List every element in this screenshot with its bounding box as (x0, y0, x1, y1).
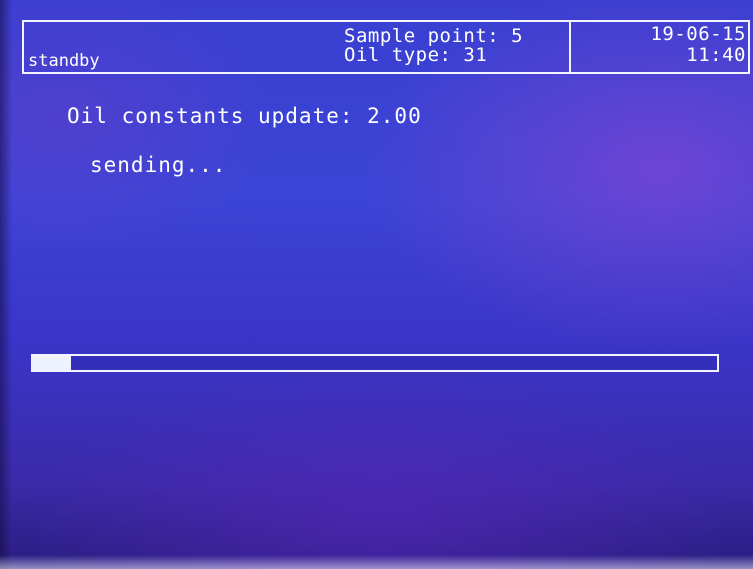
time-label: 11:40 (686, 44, 746, 66)
progress-bar (31, 354, 719, 372)
screen-bezel-left (0, 0, 12, 569)
screen-bezel-bottom (0, 555, 753, 569)
sending-message: sending... (90, 153, 227, 177)
date-label: 19-06-15 (650, 23, 746, 45)
progress-fill (33, 356, 72, 370)
status-label: standby (28, 51, 100, 71)
device-screen: standby Sample point: 5 Oil type: 31 19-… (0, 0, 753, 569)
update-message: Oil constants update: 2.00 (67, 104, 422, 128)
header-divider (569, 22, 571, 72)
oil-type-label: Oil type: 31 (344, 44, 488, 66)
status-header: standby Sample point: 5 Oil type: 31 19-… (22, 20, 750, 74)
